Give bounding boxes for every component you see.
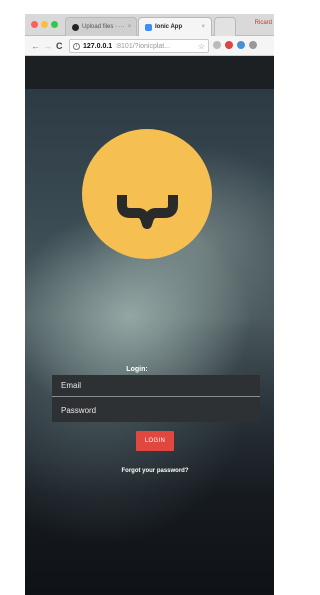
tab-bar: Upload files · ··· × Ionic App × Ricard xyxy=(25,14,274,36)
tab-label: Ionic App xyxy=(155,24,183,30)
address-bar[interactable]: i 127.0.0.1:8101/?ionicplat... ☆ xyxy=(69,39,209,53)
reload-icon[interactable]: C xyxy=(56,40,63,52)
brace-logo-icon xyxy=(117,195,178,229)
app-header xyxy=(25,56,274,89)
ionic-icon xyxy=(145,23,152,31)
email-field[interactable] xyxy=(52,375,260,397)
login-title: Login: xyxy=(126,366,148,373)
browser-window: Upload files · ··· × Ionic App × Ricard … xyxy=(25,14,274,595)
forgot-password-link[interactable]: Forgot your password? xyxy=(0,468,310,474)
tab-close-icon[interactable]: × xyxy=(201,24,205,30)
tab-close-icon[interactable]: × xyxy=(128,24,132,30)
url-host: 127.0.0.1 xyxy=(83,42,113,50)
tab-label: Upload files · ··· xyxy=(82,24,125,30)
extension-icon[interactable] xyxy=(249,41,257,49)
app-logo xyxy=(82,129,212,259)
url-path: :8101/?ionicplat... xyxy=(115,42,171,50)
profile-name[interactable]: Ricard xyxy=(255,20,272,26)
maximize-window-button[interactable] xyxy=(51,21,58,28)
browser-toolbar: ← → C i 127.0.0.1:8101/?ionicplat... ☆ xyxy=(25,36,274,56)
login-button[interactable]: LOGIN xyxy=(136,431,174,451)
extension-icons xyxy=(213,41,257,49)
extension-icon[interactable] xyxy=(225,41,233,49)
back-arrow-icon[interactable]: ← xyxy=(31,40,40,52)
password-field[interactable] xyxy=(52,399,260,421)
extension-icon[interactable] xyxy=(237,41,245,49)
github-icon xyxy=(72,23,79,31)
extension-icon[interactable] xyxy=(213,41,221,49)
info-icon[interactable]: i xyxy=(73,42,80,50)
minimize-window-button[interactable] xyxy=(41,21,48,28)
bookmark-star-icon[interactable]: ☆ xyxy=(198,42,205,51)
forward-arrow-icon[interactable]: → xyxy=(43,40,52,52)
close-window-button[interactable] xyxy=(31,21,38,28)
tab-upload-files[interactable]: Upload files · ··· × xyxy=(65,17,137,36)
new-tab-button[interactable] xyxy=(214,17,236,36)
tab-ionic-app[interactable]: Ionic App × xyxy=(138,17,212,36)
